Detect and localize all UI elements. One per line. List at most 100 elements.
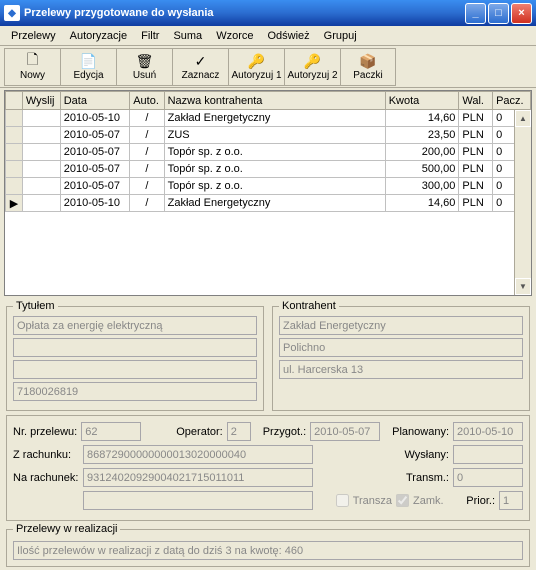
cell-data: 2010-05-10 <box>60 110 129 127</box>
row-indicator <box>6 144 23 161</box>
kontrahent-line3 <box>279 360 523 379</box>
cell-wyslij <box>22 161 60 178</box>
transm-field <box>453 468 523 487</box>
na-rachunek-field <box>83 468 313 487</box>
cell-kwota: 300,00 <box>385 178 459 195</box>
cell-wyslij <box>22 195 60 212</box>
table-row[interactable]: 2010-05-07/Topór sp. z o.o.200,00PLN0 <box>6 144 531 161</box>
tytulem-line4 <box>13 382 257 401</box>
table-row[interactable]: 2010-05-10/Zakład Energetyczny14,60PLN0 <box>6 110 531 127</box>
cell-wal: PLN <box>459 127 493 144</box>
transm-label: Transm.: <box>406 472 449 484</box>
table-row[interactable]: 2010-05-07/Topór sp. z o.o.300,00PLN0 <box>6 178 531 195</box>
cell-wyslij <box>22 127 60 144</box>
z-rachunku-field <box>83 445 313 464</box>
prior-label: Prior.: <box>466 495 495 507</box>
cell-kwota: 14,60 <box>385 195 459 212</box>
table-row[interactable]: 2010-05-07/ZUS23,50PLN0 <box>6 127 531 144</box>
edycja-button[interactable]: 📄Edycja <box>60 48 116 86</box>
maximize-button[interactable]: □ <box>488 3 509 24</box>
cell-kwota: 23,50 <box>385 127 459 144</box>
grid-scrollbar[interactable]: ▲ ▼ <box>514 110 531 295</box>
nowy-button[interactable]: 🗋Nowy <box>4 48 60 86</box>
realizacja-panel: Przelewy w realizacji <box>6 523 530 567</box>
cell-nazwa: Topór sp. z o.o. <box>164 144 385 161</box>
window-title: Przelewy przygotowane do wysłania <box>24 7 465 19</box>
auth1-icon: 🔑 <box>249 53 265 69</box>
cell-wal: PLN <box>459 195 493 212</box>
col-data[interactable]: Data <box>60 92 129 110</box>
autoryzuj1-button[interactable]: 🔑Autoryzuj 1 <box>228 48 284 86</box>
wyslany-field <box>453 445 523 464</box>
nr-przelewu-field <box>81 422 141 441</box>
cell-data: 2010-05-07 <box>60 178 129 195</box>
menu-grupuj[interactable]: Grupuj <box>317 28 364 44</box>
menu-przelewy[interactable]: Przelewy <box>4 28 63 44</box>
tytulem-line1 <box>13 316 257 335</box>
z-rachunku-label: Z rachunku: <box>13 449 79 461</box>
menu-odswiez[interactable]: Odśwież <box>260 28 316 44</box>
paczki-button[interactable]: 📦Paczki <box>340 48 396 86</box>
close-button[interactable]: × <box>511 3 532 24</box>
realizacja-text <box>13 541 523 560</box>
scroll-up-icon[interactable]: ▲ <box>515 110 531 127</box>
menubar: Przelewy Autoryzacje Filtr Suma Wzorce O… <box>0 26 536 46</box>
operator-field <box>227 422 251 441</box>
menu-autoryzacje[interactable]: Autoryzacje <box>63 28 134 44</box>
planowany-label: Planowany: <box>392 426 449 438</box>
row-indicator <box>6 127 23 144</box>
col-wal[interactable]: Wal. <box>459 92 493 110</box>
row-indicator <box>6 110 23 127</box>
menu-wzorce[interactable]: Wzorce <box>209 28 260 44</box>
check-icon: ✓ <box>193 53 209 69</box>
kontrahent-legend: Kontrahent <box>279 300 339 312</box>
cell-wyslij <box>22 144 60 161</box>
zamk-checkbox[interactable] <box>396 494 409 507</box>
cell-auto: / <box>130 127 164 144</box>
col-nazwa[interactable]: Nazwa kontrahenta <box>164 92 385 110</box>
col-kwota[interactable]: Kwota <box>385 92 459 110</box>
nr-przelewu-label: Nr. przelewu: <box>13 426 77 438</box>
details-panel: Nr. przelewu: Operator: Przygot.: Planow… <box>6 415 530 521</box>
cell-kwota: 14,60 <box>385 110 459 127</box>
package-icon: 📦 <box>360 53 376 69</box>
zaznacz-button[interactable]: ✓Zaznacz <box>172 48 228 86</box>
edit-icon: 📄 <box>81 53 97 69</box>
cell-kwota: 500,00 <box>385 161 459 178</box>
cell-wal: PLN <box>459 161 493 178</box>
table-row[interactable]: 2010-05-07/Topór sp. z o.o.500,00PLN0 <box>6 161 531 178</box>
planowany-field <box>453 422 523 441</box>
cell-nazwa: Topór sp. z o.o. <box>164 161 385 178</box>
titlebar[interactable]: ◆ Przelewy przygotowane do wysłania _ □ … <box>0 0 536 26</box>
tytulem-line3 <box>13 360 257 379</box>
scroll-down-icon[interactable]: ▼ <box>515 278 531 295</box>
transfers-grid[interactable]: Wyslij Data Auto. Nazwa kontrahenta Kwot… <box>5 91 531 212</box>
col-wyslij[interactable]: Wyslij <box>22 92 60 110</box>
kontrahent-panel: Kontrahent <box>272 300 530 411</box>
kontrahent-line2 <box>279 338 523 357</box>
transza-checkbox[interactable] <box>336 494 349 507</box>
cell-wal: PLN <box>459 110 493 127</box>
menu-filtr[interactable]: Filtr <box>134 28 166 44</box>
menu-suma[interactable]: Suma <box>166 28 209 44</box>
usun-button[interactable]: 🗑Usuń <box>116 48 172 86</box>
row-indicator <box>6 178 23 195</box>
cell-nazwa: Zakład Energetyczny <box>164 195 385 212</box>
cell-wal: PLN <box>459 144 493 161</box>
toolbar: 🗋Nowy 📄Edycja 🗑Usuń ✓Zaznacz 🔑Autoryzuj … <box>0 46 536 88</box>
przygot-label: Przygot.: <box>263 426 306 438</box>
grid-corner <box>6 92 23 110</box>
cell-data: 2010-05-07 <box>60 161 129 178</box>
grid-container: Wyslij Data Auto. Nazwa kontrahenta Kwot… <box>4 90 532 296</box>
col-auto[interactable]: Auto. <box>130 92 164 110</box>
row-indicator <box>6 161 23 178</box>
kontrahent-line1 <box>279 316 523 335</box>
minimize-button[interactable]: _ <box>465 3 486 24</box>
col-pacz[interactable]: Pacz. <box>493 92 531 110</box>
table-row[interactable]: ▶2010-05-10/Zakład Energetyczny14,60PLN0 <box>6 195 531 212</box>
new-icon: 🗋 <box>25 53 41 69</box>
prior-field <box>499 491 523 510</box>
realizacja-legend: Przelewy w realizacji <box>13 523 120 535</box>
autoryzuj2-button[interactable]: 🔑Autoryzuj 2 <box>284 48 340 86</box>
cell-wal: PLN <box>459 178 493 195</box>
